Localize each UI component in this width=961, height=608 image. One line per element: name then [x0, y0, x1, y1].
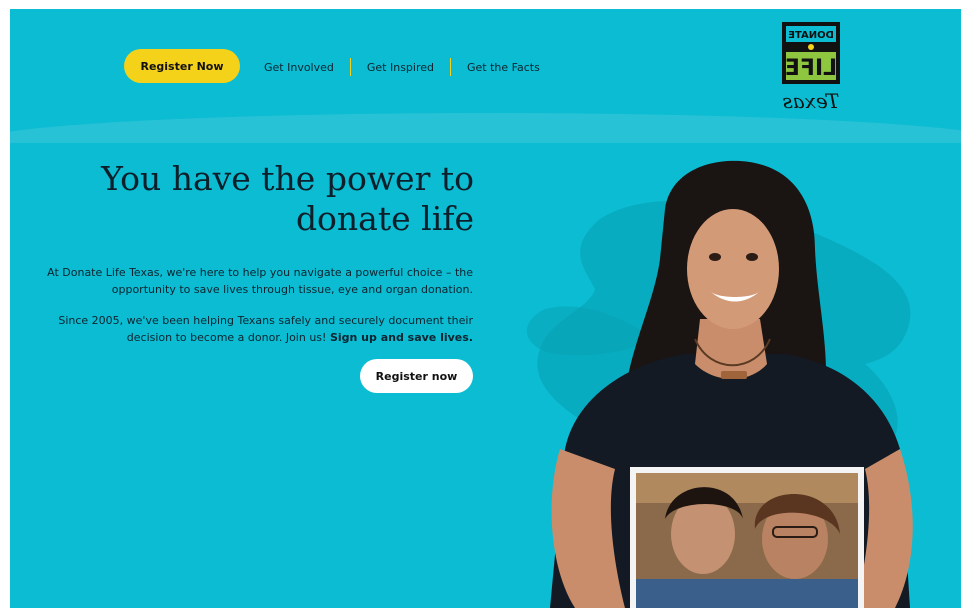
hero-photo-woman-holding-picture — [526, 160, 913, 608]
left-border — [0, 0, 10, 608]
top-border — [0, 0, 961, 9]
page: Register Now Get Involved Get Inspired G… — [10, 9, 961, 608]
nav-get-involved[interactable]: Get Involved — [248, 61, 350, 74]
hero-paragraph-2: Since 2005, we've been helping Texans sa… — [13, 312, 473, 346]
nav-get-inspired[interactable]: Get Inspired — [351, 61, 450, 74]
hero-register-button[interactable]: Register now — [360, 359, 473, 393]
logo-texas-script: Texas — [782, 89, 839, 113]
logo-life-text: LIFE — [785, 56, 837, 81]
hero-paragraph-1: At Donate Life Texas, we're here to help… — [47, 266, 473, 296]
register-now-button[interactable]: Register Now — [124, 49, 240, 83]
main-nav: Get Involved Get Inspired Get the Facts — [248, 57, 556, 77]
donate-life-texas-logo[interactable]: DONATE LIFE Texas — [778, 20, 844, 116]
nav-get-the-facts[interactable]: Get the Facts — [451, 61, 556, 74]
logo-donate-text: DONATE — [788, 30, 834, 41]
hero-title: You have the power to donate life — [101, 159, 474, 238]
site-header: Register Now Get Involved Get Inspired G… — [10, 9, 961, 121]
hero-signup-link[interactable]: Sign up and save lives. — [330, 331, 473, 344]
